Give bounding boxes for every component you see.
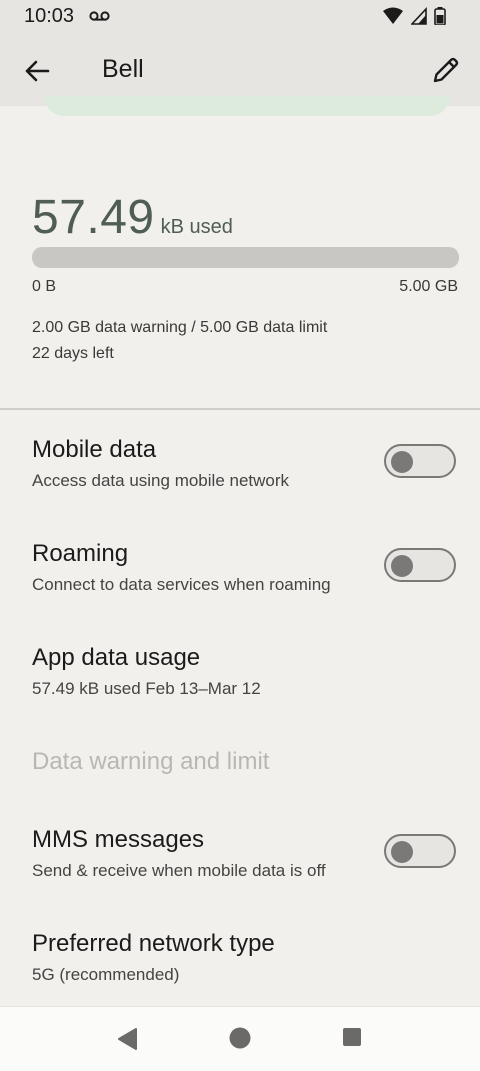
status-icons [380,6,446,26]
data-warning-limit-text: 2.00 GB data warning / 5.00 GB data limi… [32,319,328,336]
usage-summary: 57.49 kB used [32,190,233,245]
nav-home-button[interactable] [229,1027,251,1054]
divider [0,408,480,410]
voicemail-icon [89,9,111,27]
toggle-knob [391,841,413,863]
back-button[interactable] [22,56,52,86]
usage-unit: kB used [160,216,233,238]
mobile-data-toggle[interactable] [384,444,456,478]
setting-app-data-usage[interactable]: App data usage 57.49 kB used Feb 13–Mar … [0,628,480,728]
circle-home-icon [229,1027,251,1049]
setting-subtitle: 57.49 kB used Feb 13–Mar 12 [32,679,261,698]
wifi-icon [383,7,404,24]
toggle-knob [391,451,413,473]
toggle-knob [391,555,413,577]
setting-title: MMS messages [32,826,205,853]
square-recents-icon [343,1028,361,1046]
nav-recents-button[interactable] [342,1027,362,1052]
system-nav-bar [0,1006,480,1071]
setting-title: Roaming [32,540,129,567]
usage-amount: 57.49 [32,191,155,244]
usage-bar-min: 0 B [32,278,57,295]
setting-mobile-data[interactable]: Mobile data Access data using mobile net… [0,420,480,520]
signal-icon [409,6,427,25]
setting-mms-messages[interactable]: MMS messages Send & receive when mobile … [0,810,480,910]
usage-bar-max: 5.00 GB [399,278,458,295]
setting-title: Preferred network type [32,930,275,957]
nav-back-button[interactable] [116,1027,138,1056]
status-time: 10:03 [24,5,75,27]
setting-data-warning-limit: Data warning and limit [0,732,480,802]
edit-button[interactable] [430,54,462,86]
usage-progress-bar [32,247,459,268]
battery-icon [434,7,446,26]
days-left-text: 22 days left [32,345,114,362]
mms-toggle[interactable] [384,834,456,868]
header-card-edge [44,96,450,116]
page-title: Bell [102,55,144,83]
pencil-icon [433,57,459,83]
setting-preferred-network-type[interactable]: Preferred network type 5G (recommended) [0,914,480,1004]
setting-subtitle: Send & receive when mobile data is off [32,861,326,880]
setting-subtitle: 5G (recommended) [32,965,180,984]
arrow-back-icon [25,60,50,82]
setting-subtitle: Access data using mobile network [32,471,290,490]
setting-title: Mobile data [32,436,157,463]
setting-roaming[interactable]: Roaming Connect to data services when ro… [0,524,480,624]
triangle-back-icon [118,1028,137,1050]
status-bar: 10:03 [0,0,480,34]
roaming-toggle[interactable] [384,548,456,582]
setting-title: Data warning and limit [32,748,270,775]
setting-title: App data usage [32,644,201,671]
setting-subtitle: Connect to data services when roaming [32,575,331,594]
